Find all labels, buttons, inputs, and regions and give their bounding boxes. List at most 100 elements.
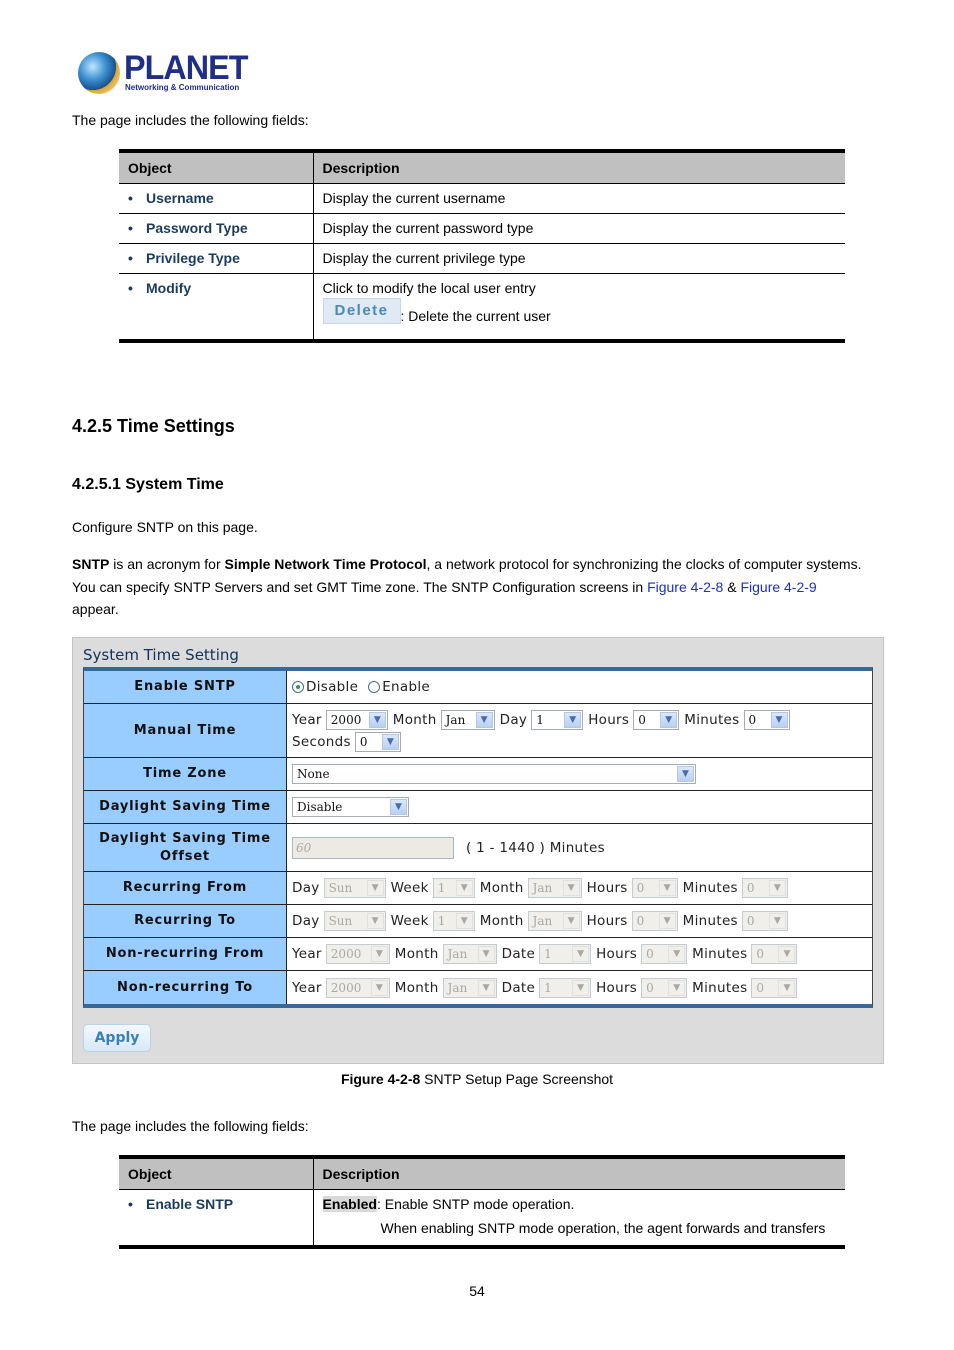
date-select[interactable]: 1 ▼ <box>539 977 592 998</box>
chevron-down-icon: ▼ <box>564 711 582 728</box>
chevron-down-icon: ▼ <box>668 946 686 962</box>
logo-tagline: Networking & Communication <box>125 83 240 92</box>
chevron-down-icon: ▼ <box>562 880 580 896</box>
field-label: Month <box>394 979 439 996</box>
year-select[interactable]: 2000 ▼ <box>325 944 390 964</box>
month-select[interactable]: Jan ▼ <box>442 944 497 964</box>
chevron-down-icon: ▼ <box>677 766 694 782</box>
row-manual-time: Manual Time Year 2000 ▼ Month Jan ▼ Day 1 ▼… <box>84 704 872 758</box>
day-select[interactable]: Sun ▼ <box>323 911 386 931</box>
intro-text-2: The page includes the following fields: <box>72 1118 309 1134</box>
chevron-down-icon: ▼ <box>658 913 676 929</box>
year-select[interactable]: 2000 ▼ <box>325 709 388 730</box>
chevron-down-icon: ▼ <box>366 913 384 929</box>
field-label: Hours <box>586 880 628 896</box>
configure-text: Configure SNTP on this page. <box>72 519 258 535</box>
month-select[interactable]: Jan ▼ <box>442 977 497 998</box>
time-zone-select[interactable]: None ▼ <box>292 764 696 784</box>
minutes-select[interactable]: 0 ▼ <box>743 709 790 730</box>
hours-select[interactable]: 0 ▼ <box>641 977 688 998</box>
sntp-paragraph-line2: You can specify SNTP Servers and set GMT… <box>72 579 817 595</box>
hours-select[interactable]: 0 ▼ <box>641 944 688 964</box>
figure-link-4-2-8[interactable]: Figure 4-2-8 <box>647 579 723 595</box>
field-label: Day <box>292 880 320 896</box>
row-recurring-from: Recurring From Day Sun ▼ Week 1 ▼ Month Ja… <box>84 872 872 905</box>
row-label: Time Zone <box>84 758 287 790</box>
field-label: Week <box>390 880 429 896</box>
apply-button[interactable]: Apply <box>83 1024 151 1052</box>
row-nonrecurring-to: Non-recurring To Year 2000 ▼ Month Jan ▼ D… <box>84 971 872 1004</box>
month-select[interactable]: Jan ▼ <box>527 878 582 898</box>
week-select[interactable]: 1 ▼ <box>432 911 475 931</box>
chevron-down-icon: ▼ <box>572 946 590 962</box>
table-row: • Username Display the current username <box>119 182 845 213</box>
year-select[interactable]: 2000 ▼ <box>325 977 390 998</box>
page-number: 54 <box>469 1283 485 1299</box>
chevron-down-icon: ▼ <box>455 913 473 929</box>
chevron-down-icon: ▼ <box>770 711 788 728</box>
globe-icon <box>78 52 120 94</box>
month-select[interactable]: Jan ▼ <box>440 709 495 730</box>
object-description-line2: When enabling SNTP mode operation, the a… <box>380 1219 826 1236</box>
planet-logo: PLANET Networking & Communication <box>78 50 248 96</box>
month-select[interactable]: Jan ▼ <box>527 911 582 931</box>
field-label: Year <box>292 979 322 996</box>
row-label: Enable SNTP <box>84 671 287 703</box>
hours-select[interactable]: 0 ▼ <box>631 878 678 898</box>
day-select[interactable]: 1 ▼ <box>531 709 584 730</box>
column-header-object: Object <box>119 1159 313 1189</box>
delete-description: : Delete the current user <box>400 307 551 324</box>
field-label: Minutes <box>692 946 748 962</box>
delete-button[interactable]: Delete <box>322 297 401 324</box>
field-label: Hours <box>588 711 630 728</box>
object-description: Display the current username <box>312 182 845 213</box>
offset-hint: ( 1 - 1440 ) Minutes <box>466 839 605 856</box>
field-label: Hours <box>596 946 638 962</box>
hours-select[interactable]: 0 ▼ <box>633 709 680 730</box>
enabled-term: Enabled <box>322 1195 377 1212</box>
chevron-down-icon: ▼ <box>390 799 407 815</box>
radio-disable[interactable] <box>292 681 304 693</box>
chevron-down-icon: ▼ <box>778 979 796 996</box>
sntp-fields-table: Object Description • Enable SNTP Enabled:… <box>119 1155 845 1249</box>
object-description: Display the current password type <box>312 212 845 243</box>
field-label: Year <box>292 711 322 728</box>
dst-offset-input[interactable]: 60 <box>292 836 454 859</box>
object-name: Enable SNTP <box>146 1195 234 1212</box>
figure-link-4-2-9[interactable]: Figure 4-2-9 <box>740 579 816 595</box>
seconds-select[interactable]: 0 ▼ <box>354 731 401 752</box>
chevron-down-icon: ▼ <box>475 711 493 728</box>
chevron-down-icon: ▼ <box>370 979 388 996</box>
day-select[interactable]: Sun ▼ <box>323 878 386 898</box>
radio-enable[interactable] <box>368 681 381 693</box>
field-label: Seconds <box>292 733 351 750</box>
minutes-select[interactable]: 0 ▼ <box>751 977 798 998</box>
section-heading: 4.2.5 Time Settings <box>72 416 235 436</box>
row-label: Recurring To <box>84 905 287 937</box>
chevron-down-icon: ▼ <box>366 880 384 896</box>
minutes-select[interactable]: 0 ▼ <box>741 911 788 931</box>
minutes-select[interactable]: 0 ▼ <box>741 878 788 898</box>
object-description: Click to modify the local user entry <box>322 279 536 296</box>
sntp-paragraph-line3: appear. <box>72 601 119 617</box>
row-label: Daylight Saving Time <box>84 791 287 823</box>
week-select[interactable]: 1 ▼ <box>432 878 475 898</box>
panel-title: System Time Setting <box>83 646 239 664</box>
date-select[interactable]: 1 ▼ <box>539 944 592 964</box>
intro-text: The page includes the following fields: <box>72 112 309 128</box>
chevron-down-icon: ▼ <box>381 733 399 750</box>
chevron-down-icon: ▼ <box>658 880 676 896</box>
chevron-down-icon: ▼ <box>668 979 686 996</box>
field-label: Minutes <box>684 711 740 728</box>
field-label: Day <box>499 711 528 728</box>
minutes-select[interactable]: 0 ▼ <box>751 944 798 964</box>
field-label: Minutes <box>692 979 748 996</box>
chevron-down-icon: ▼ <box>370 946 388 962</box>
object-name: Username <box>146 189 214 206</box>
dst-select[interactable]: Disable ▼ <box>292 797 409 817</box>
hours-select[interactable]: 0 ▼ <box>631 911 678 931</box>
object-name: Password Type <box>146 219 248 236</box>
field-label: Hours <box>586 913 628 929</box>
column-header-object: Object <box>119 153 313 183</box>
field-label: Date <box>501 946 536 962</box>
